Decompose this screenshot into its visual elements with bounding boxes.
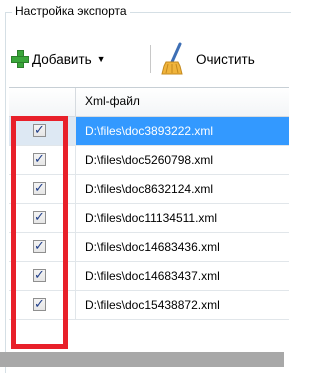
table-row[interactable]: ✓ D:\files\doc11134511.xml [9,204,289,233]
clear-button[interactable]: Очистить [160,33,255,85]
file-path-cell[interactable]: D:\files\doc14683436.xml [76,233,289,261]
checkbox-cell: ✓ [9,233,76,261]
row-checkbox[interactable]: ✓ [33,180,46,195]
file-path-cell[interactable]: D:\files\doc14683437.xml [76,262,289,290]
table-row[interactable]: ✓ D:\files\doc3893222.xml [9,117,289,146]
file-path: D:\files\doc8632124.xml [85,182,214,196]
row-checkbox[interactable]: ✓ [33,209,46,224]
group-title: Настройка экспорта [12,3,130,19]
table-row[interactable]: ✓ D:\files\doc8632124.xml [9,175,289,204]
file-path: D:\files\doc14683436.xml [85,240,220,254]
chevron-down-icon[interactable]: ▼ [97,54,106,64]
checkbox-cell: ✓ [9,117,76,145]
file-path-cell[interactable]: D:\files\doc11134511.xml [76,204,289,232]
table-row[interactable]: ✓ D:\files\doc14683437.xml [9,262,289,291]
checkmark-icon: ✓ [34,267,45,282]
file-path-cell[interactable]: D:\files\doc3893222.xml [76,117,289,145]
checkbox-cell: ✓ [9,291,76,319]
checkbox-cell: ✓ [9,204,76,232]
table-row[interactable]: ✓ D:\files\doc14683436.xml [9,233,289,262]
checkmark-icon: ✓ [34,296,45,311]
file-path: D:\files\doc15438872.xml [85,298,220,312]
checkbox-cell: ✓ [9,262,76,290]
plus-icon [11,50,29,68]
checkmark-icon: ✓ [34,238,45,253]
broom-icon [160,42,190,76]
file-path-cell[interactable]: D:\files\doc8632124.xml [76,175,289,203]
checkmark-icon: ✓ [34,122,45,137]
file-path: D:\files\doc11134511.xml [85,211,218,225]
row-checkbox[interactable]: ✓ [33,122,46,137]
row-checkbox[interactable]: ✓ [33,238,46,253]
file-path: D:\files\doc3893222.xml [85,124,214,138]
row-checkbox[interactable]: ✓ [33,151,46,166]
row-checkbox[interactable]: ✓ [33,296,46,311]
checkbox-column-header[interactable] [9,88,76,116]
horizontal-scrollbar[interactable] [0,352,284,367]
checkbox-cell: ✓ [9,175,76,203]
grid-header: Xml-файл [9,88,289,117]
xml-file-grid[interactable]: Xml-файл ✓ D:\files\doc3893222.xml ✓ D:\fil… [9,87,289,368]
toolbar-separator [150,45,151,73]
file-path-cell[interactable]: D:\files\doc15438872.xml [76,291,289,319]
file-path: D:\files\doc5260798.xml [85,153,214,167]
add-button-label: Добавить [32,51,92,67]
table-row[interactable]: ✓ D:\files\doc5260798.xml [9,146,289,175]
checkbox-cell: ✓ [9,146,76,174]
clear-button-label: Очистить [196,51,255,67]
toolbar: Добавить ▼ Очистить [8,33,288,85]
row-checkbox[interactable]: ✓ [33,267,46,282]
add-button[interactable]: Добавить ▼ [11,33,106,85]
column-header-xml-file[interactable]: Xml-файл [85,94,140,108]
file-path-cell[interactable]: D:\files\doc5260798.xml [76,146,289,174]
file-path: D:\files\doc14683437.xml [85,269,220,283]
checkmark-icon: ✓ [34,209,45,224]
checkmark-icon: ✓ [34,180,45,195]
checkmark-icon: ✓ [34,151,45,166]
table-row[interactable]: ✓ D:\files\doc15438872.xml [9,291,289,320]
